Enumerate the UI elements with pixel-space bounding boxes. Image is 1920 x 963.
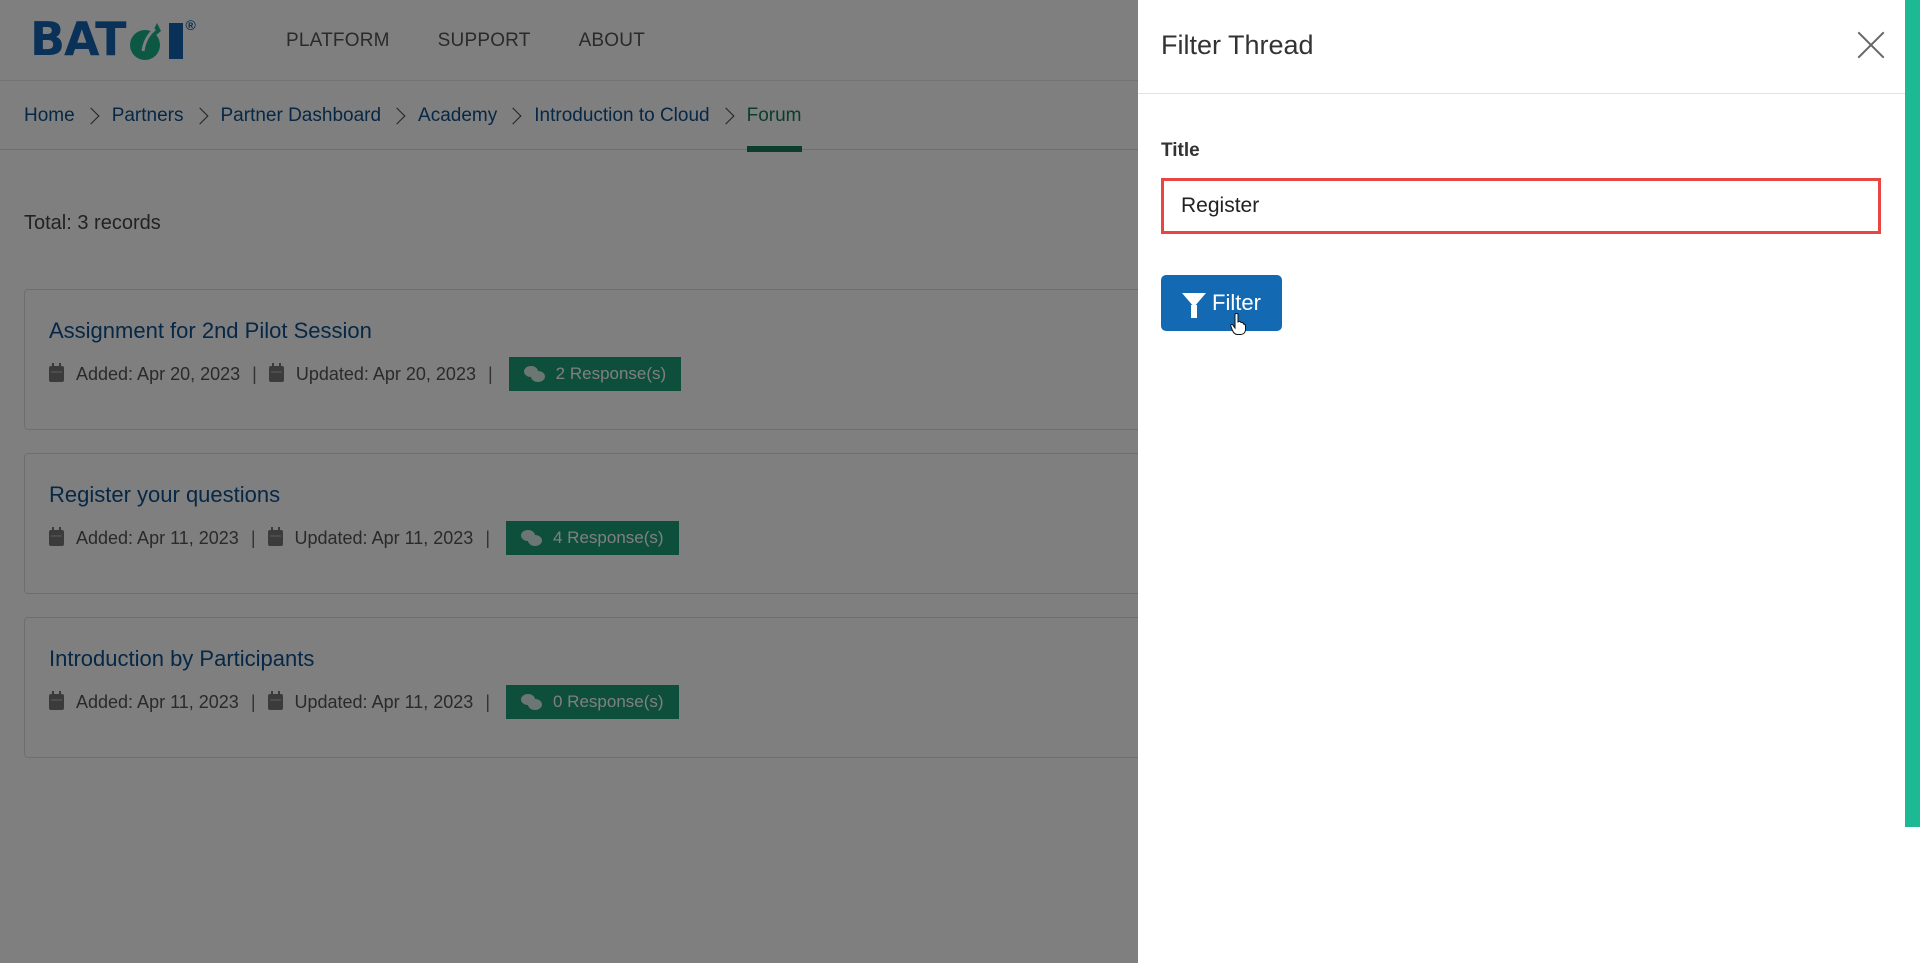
- panel-header: Filter Thread: [1138, 0, 1905, 94]
- accent-strip: [1905, 0, 1920, 827]
- hand-pointer-cursor-icon: [1230, 313, 1246, 335]
- filter-thread-panel: Filter Thread Title Filter: [1138, 0, 1905, 963]
- title-filter-input[interactable]: [1161, 178, 1881, 234]
- modal-backdrop[interactable]: [0, 0, 1138, 963]
- close-icon[interactable]: [1856, 30, 1886, 60]
- panel-title: Filter Thread: [1161, 30, 1314, 60]
- filter-button[interactable]: Filter: [1161, 275, 1282, 331]
- title-field-label: Title: [1161, 140, 1200, 161]
- filter-icon: [1182, 293, 1207, 318]
